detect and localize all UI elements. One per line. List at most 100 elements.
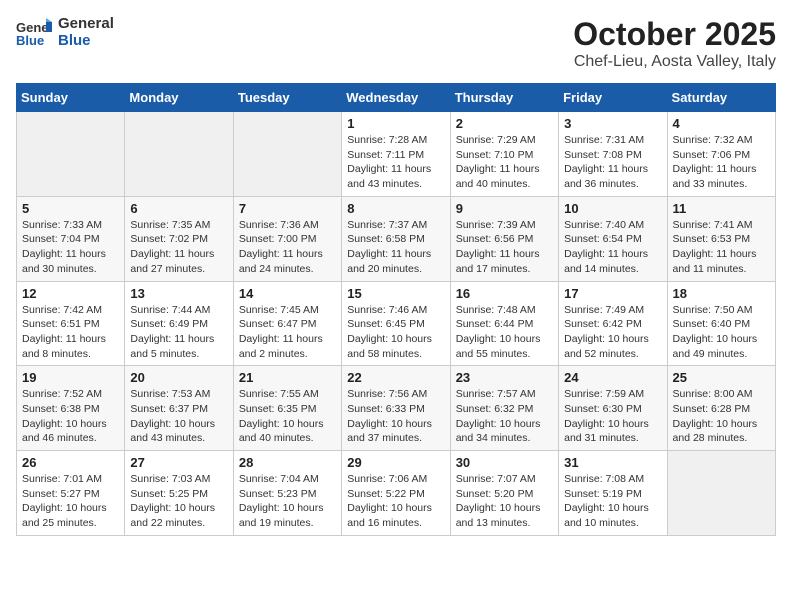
calendar-cell: 26 Sunrise: 7:01 AM Sunset: 5:27 PM Dayli… — [17, 451, 125, 536]
day-number: 25 — [673, 370, 770, 385]
day-number: 16 — [456, 286, 553, 301]
day-info: Sunrise: 7:59 AM Sunset: 6:30 PM Dayligh… — [564, 387, 661, 446]
day-number: 18 — [673, 286, 770, 301]
header-friday: Friday — [559, 84, 667, 112]
day-info: Sunrise: 7:04 AM Sunset: 5:23 PM Dayligh… — [239, 472, 336, 531]
calendar-table: SundayMondayTuesdayWednesdayThursdayFrid… — [16, 83, 776, 536]
day-number: 28 — [239, 455, 336, 470]
day-info: Sunrise: 7:32 AM Sunset: 7:06 PM Dayligh… — [673, 133, 770, 192]
day-number: 5 — [22, 201, 119, 216]
day-info: Sunrise: 7:46 AM Sunset: 6:45 PM Dayligh… — [347, 303, 444, 362]
calendar-cell: 5Sunrise: 7:33 AM Sunset: 7:04 PM Daylig… — [17, 196, 125, 281]
calendar-cell: 18 Sunrise: 7:50 AM Sunset: 6:40 PM Dayli… — [667, 281, 775, 366]
header-sunday: Sunday — [17, 84, 125, 112]
header-monday: Monday — [125, 84, 233, 112]
header-wednesday: Wednesday — [342, 84, 450, 112]
header-saturday: Saturday — [667, 84, 775, 112]
day-info: Sunrise: 7:42 AM Sunset: 6:51 PM Dayligh… — [22, 303, 119, 362]
calendar-cell — [233, 112, 341, 197]
day-number: 1 — [347, 116, 444, 131]
day-number: 2 — [456, 116, 553, 131]
calendar-title: October 2025 — [573, 16, 776, 53]
day-info: Sunrise: 7:29 AM Sunset: 7:10 PM Dayligh… — [456, 133, 553, 192]
day-info: Sunrise: 7:08 AM Sunset: 5:19 PM Dayligh… — [564, 472, 661, 531]
calendar-subtitle: Chef-Lieu, Aosta Valley, Italy — [573, 53, 776, 71]
calendar-week-row: 5Sunrise: 7:33 AM Sunset: 7:04 PM Daylig… — [17, 196, 776, 281]
day-number: 31 — [564, 455, 661, 470]
calendar-cell: 14 Sunrise: 7:45 AM Sunset: 6:47 PM Dayli… — [233, 281, 341, 366]
day-info: Sunrise: 7:56 AM Sunset: 6:33 PM Dayligh… — [347, 387, 444, 446]
calendar-cell: 22 Sunrise: 7:56 AM Sunset: 6:33 PM Dayli… — [342, 366, 450, 451]
day-info: Sunrise: 7:37 AM Sunset: 6:58 PM Dayligh… — [347, 218, 444, 277]
calendar-cell: 30 Sunrise: 7:07 AM Sunset: 5:20 PM Dayli… — [450, 451, 558, 536]
day-number: 14 — [239, 286, 336, 301]
calendar-cell — [667, 451, 775, 536]
day-number: 19 — [22, 370, 119, 385]
calendar-cell: 1 Sunrise: 7:28 AM Sunset: 7:11 PM Daylig… — [342, 112, 450, 197]
calendar-cell: 7Sunrise: 7:36 AM Sunset: 7:00 PM Daylig… — [233, 196, 341, 281]
logo-icon: General Blue — [16, 18, 52, 48]
day-info: Sunrise: 8:00 AM Sunset: 6:28 PM Dayligh… — [673, 387, 770, 446]
calendar-week-row: 19Sunrise: 7:52 AM Sunset: 6:38 PM Dayli… — [17, 366, 776, 451]
day-info: Sunrise: 7:53 AM Sunset: 6:37 PM Dayligh… — [130, 387, 227, 446]
day-info: Sunrise: 7:36 AM Sunset: 7:00 PM Dayligh… — [239, 218, 336, 277]
calendar-week-row: 12Sunrise: 7:42 AM Sunset: 6:51 PM Dayli… — [17, 281, 776, 366]
day-number: 27 — [130, 455, 227, 470]
logo-line2: Blue — [58, 33, 114, 50]
day-number: 30 — [456, 455, 553, 470]
page-header: General Blue General Blue October 2025 C… — [16, 16, 776, 71]
day-number: 3 — [564, 116, 661, 131]
day-number: 15 — [347, 286, 444, 301]
calendar-cell: 29 Sunrise: 7:06 AM Sunset: 5:22 PM Dayli… — [342, 451, 450, 536]
calendar-cell: 19Sunrise: 7:52 AM Sunset: 6:38 PM Dayli… — [17, 366, 125, 451]
day-info: Sunrise: 7:03 AM Sunset: 5:25 PM Dayligh… — [130, 472, 227, 531]
day-number: 22 — [347, 370, 444, 385]
day-info: Sunrise: 7:50 AM Sunset: 6:40 PM Dayligh… — [673, 303, 770, 362]
calendar-cell: 9 Sunrise: 7:39 AM Sunset: 6:56 PM Daylig… — [450, 196, 558, 281]
day-info: Sunrise: 7:06 AM Sunset: 5:22 PM Dayligh… — [347, 472, 444, 531]
day-info: Sunrise: 7:31 AM Sunset: 7:08 PM Dayligh… — [564, 133, 661, 192]
day-number: 11 — [673, 201, 770, 216]
day-info: Sunrise: 7:44 AM Sunset: 6:49 PM Dayligh… — [130, 303, 227, 362]
calendar-cell: 8 Sunrise: 7:37 AM Sunset: 6:58 PM Daylig… — [342, 196, 450, 281]
calendar-cell: 24 Sunrise: 7:59 AM Sunset: 6:30 PM Dayli… — [559, 366, 667, 451]
day-number: 9 — [456, 201, 553, 216]
day-number: 13 — [130, 286, 227, 301]
title-block: October 2025 Chef-Lieu, Aosta Valley, It… — [573, 16, 776, 71]
logo: General Blue General Blue — [16, 16, 114, 49]
day-number: 24 — [564, 370, 661, 385]
calendar-cell — [17, 112, 125, 197]
day-number: 23 — [456, 370, 553, 385]
day-info: Sunrise: 7:45 AM Sunset: 6:47 PM Dayligh… — [239, 303, 336, 362]
calendar-week-row: 1 Sunrise: 7:28 AM Sunset: 7:11 PM Daylig… — [17, 112, 776, 197]
header-tuesday: Tuesday — [233, 84, 341, 112]
logo-line1: General — [58, 16, 114, 33]
calendar-cell: 12Sunrise: 7:42 AM Sunset: 6:51 PM Dayli… — [17, 281, 125, 366]
day-number: 29 — [347, 455, 444, 470]
day-number: 20 — [130, 370, 227, 385]
calendar-cell: 3 Sunrise: 7:31 AM Sunset: 7:08 PM Daylig… — [559, 112, 667, 197]
header-thursday: Thursday — [450, 84, 558, 112]
calendar-cell: 11 Sunrise: 7:41 AM Sunset: 6:53 PM Dayli… — [667, 196, 775, 281]
calendar-cell: 6Sunrise: 7:35 AM Sunset: 7:02 PM Daylig… — [125, 196, 233, 281]
day-info: Sunrise: 7:55 AM Sunset: 6:35 PM Dayligh… — [239, 387, 336, 446]
svg-text:Blue: Blue — [16, 33, 44, 48]
day-number: 10 — [564, 201, 661, 216]
day-info: Sunrise: 7:57 AM Sunset: 6:32 PM Dayligh… — [456, 387, 553, 446]
day-number: 26 — [22, 455, 119, 470]
calendar-cell: 23 Sunrise: 7:57 AM Sunset: 6:32 PM Dayli… — [450, 366, 558, 451]
day-number: 8 — [347, 201, 444, 216]
day-info: Sunrise: 7:01 AM Sunset: 5:27 PM Dayligh… — [22, 472, 119, 531]
day-info: Sunrise: 7:39 AM Sunset: 6:56 PM Dayligh… — [456, 218, 553, 277]
day-info: Sunrise: 7:07 AM Sunset: 5:20 PM Dayligh… — [456, 472, 553, 531]
calendar-cell: 28 Sunrise: 7:04 AM Sunset: 5:23 PM Dayli… — [233, 451, 341, 536]
day-info: Sunrise: 7:41 AM Sunset: 6:53 PM Dayligh… — [673, 218, 770, 277]
calendar-cell — [125, 112, 233, 197]
calendar-cell: 10Sunrise: 7:40 AM Sunset: 6:54 PM Dayli… — [559, 196, 667, 281]
calendar-cell: 15 Sunrise: 7:46 AM Sunset: 6:45 PM Dayli… — [342, 281, 450, 366]
calendar-week-row: 26 Sunrise: 7:01 AM Sunset: 5:27 PM Dayli… — [17, 451, 776, 536]
calendar-cell: 4Sunrise: 7:32 AM Sunset: 7:06 PM Daylig… — [667, 112, 775, 197]
calendar-header-row: SundayMondayTuesdayWednesdayThursdayFrid… — [17, 84, 776, 112]
day-info: Sunrise: 7:28 AM Sunset: 7:11 PM Dayligh… — [347, 133, 444, 192]
calendar-cell: 13 Sunrise: 7:44 AM Sunset: 6:49 PM Dayli… — [125, 281, 233, 366]
